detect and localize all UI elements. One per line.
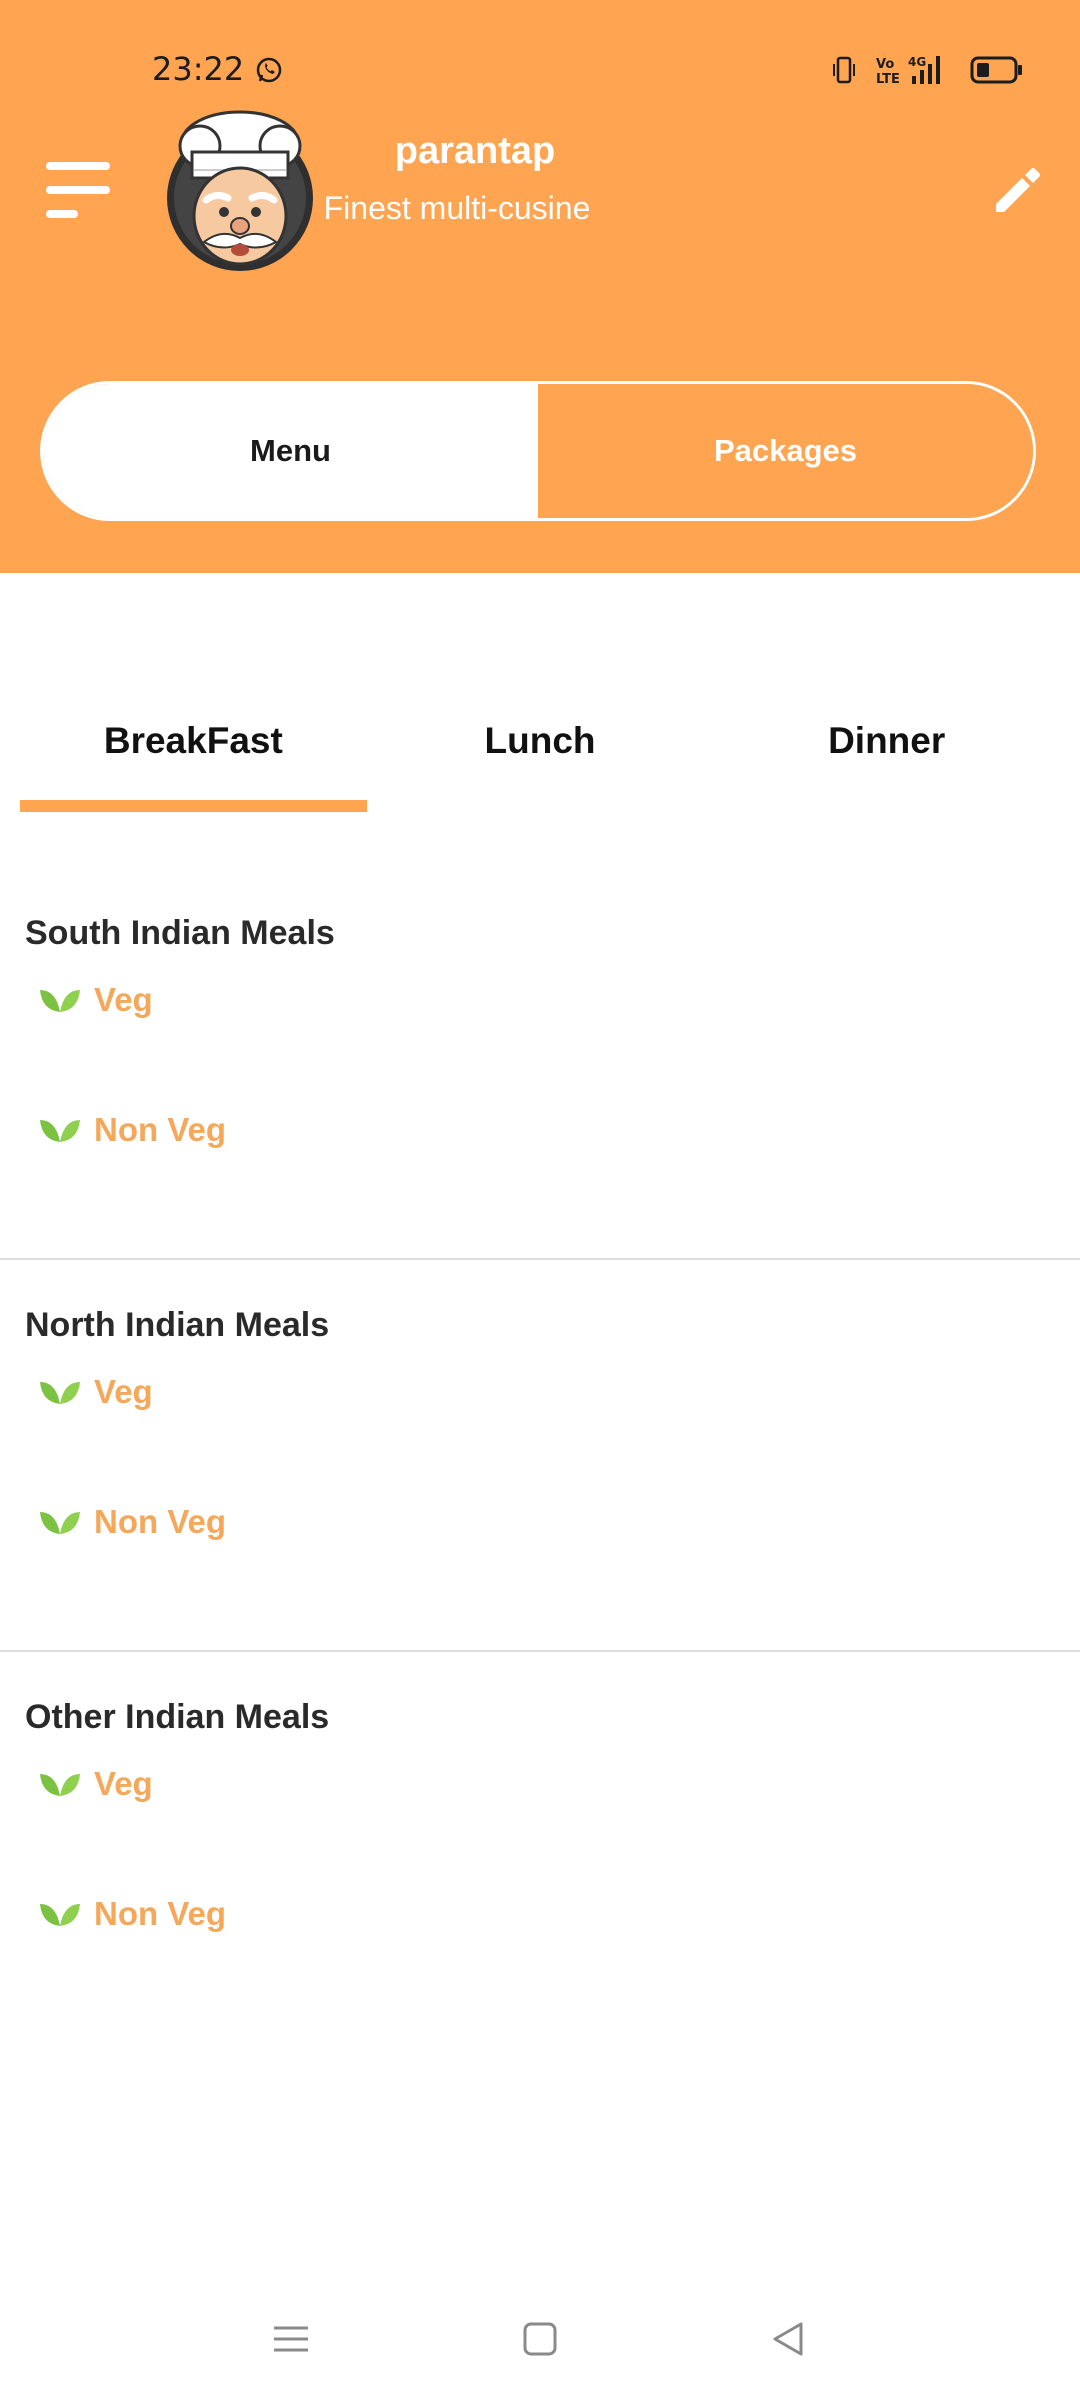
section-title-other-indian: Other Indian Meals (25, 1698, 330, 1736)
battery-icon (970, 56, 1022, 84)
option-label: Veg (94, 1765, 153, 1802)
app-title: parantap (394, 130, 556, 172)
option-label: Non Veg (94, 1111, 227, 1148)
system-nav-bar (0, 2300, 1080, 2380)
option-label: Veg (94, 981, 153, 1018)
section-title-south-indian: South Indian Meals (25, 914, 335, 952)
back-icon[interactable] (763, 2314, 813, 2364)
app-subtitle: Finest multi-cusine (323, 190, 591, 226)
chef-avatar (167, 110, 313, 271)
meal-tabs: BreakFast Lunch Dinner (20, 680, 1060, 814)
option-veg[interactable]: Veg (38, 1762, 153, 1806)
packages-segment-button[interactable]: Packages (538, 384, 1033, 518)
menu-segment-button[interactable]: Menu (43, 384, 538, 518)
option-label: Non Veg (94, 1503, 227, 1540)
vibrate-icon (833, 56, 855, 84)
recents-icon[interactable] (266, 2314, 316, 2364)
option-non-veg[interactable]: Non Veg (38, 1892, 226, 1936)
leaf-icon (40, 1120, 80, 1142)
app-header: 23:22 Vo LTE 4G parantap Finest multi-cu… (0, 0, 1080, 573)
tab-breakfast[interactable]: BreakFast (20, 680, 367, 814)
section-divider (0, 1258, 1080, 1260)
menu-packages-toggle: Menu Packages (40, 381, 1036, 521)
svg-text:Vo: Vo (876, 57, 894, 72)
option-veg[interactable]: Veg (38, 978, 153, 1022)
option-non-veg[interactable]: Non Veg (38, 1500, 226, 1544)
hamburger-line (46, 186, 110, 194)
hamburger-line (46, 162, 110, 170)
option-non-veg[interactable]: Non Veg (38, 1108, 226, 1152)
leaf-icon (40, 1512, 80, 1534)
leaf-icon (40, 1774, 80, 1796)
section-title-north-indian: North Indian Meals (25, 1306, 330, 1344)
tab-lunch[interactable]: Lunch (367, 680, 714, 814)
leaf-icon (40, 1904, 80, 1926)
status-icons: Vo LTE 4G (833, 55, 1022, 87)
leaf-icon (40, 990, 80, 1012)
volte-icon: Vo LTE (876, 57, 900, 87)
section-divider (0, 1650, 1080, 1652)
option-label: Veg (94, 1373, 153, 1410)
status-time: 23:22 (152, 50, 245, 88)
hamburger-menu-button[interactable] (46, 162, 110, 218)
svg-text:4G: 4G (908, 55, 926, 69)
whatsapp-icon (256, 57, 282, 83)
svg-text:LTE: LTE (876, 72, 900, 87)
tab-dinner[interactable]: Dinner (713, 680, 1060, 814)
pencil-icon[interactable] (990, 164, 1044, 218)
home-icon[interactable] (515, 2314, 565, 2364)
hamburger-line (46, 210, 78, 218)
leaf-icon (40, 1382, 80, 1404)
option-label: Non Veg (94, 1895, 227, 1932)
tab-indicator (20, 800, 367, 812)
4g-signal-icon: 4G (908, 55, 940, 84)
option-veg[interactable]: Veg (38, 1370, 153, 1414)
